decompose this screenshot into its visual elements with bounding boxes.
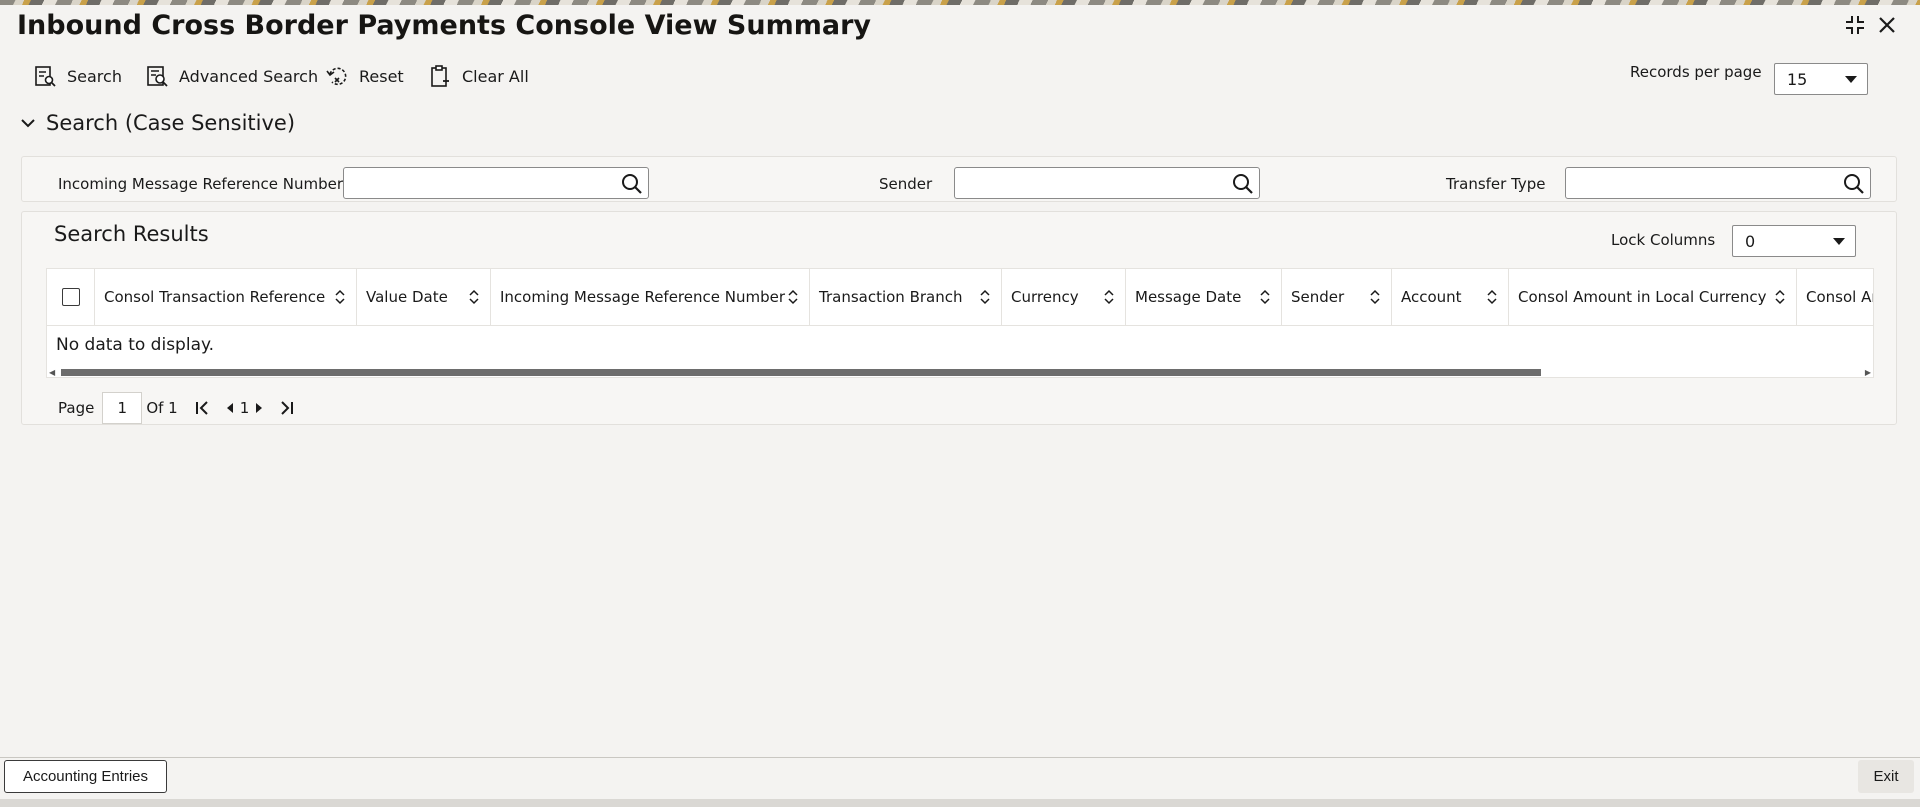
chevron-down-icon — [1845, 76, 1857, 83]
search-section-title: Search (Case Sensitive) — [46, 111, 296, 135]
page-number-input[interactable]: 1 — [102, 392, 143, 424]
transfer-type-field[interactable] — [1565, 167, 1871, 199]
clear-all-button-label: Clear All — [462, 66, 529, 86]
sort-icon — [335, 289, 345, 305]
close-icon[interactable] — [1874, 12, 1900, 38]
exit-button[interactable]: Exit — [1858, 760, 1914, 793]
horizontal-scrollbar[interactable]: ◀ ▶ — [47, 367, 1873, 377]
sort-icon — [980, 289, 990, 305]
sort-icon — [469, 289, 479, 305]
column-header-account[interactable]: Account — [1392, 269, 1509, 325]
column-header-label: Currency — [1011, 288, 1079, 306]
records-per-page-value: 15 — [1787, 69, 1808, 89]
search-icon[interactable] — [1231, 172, 1255, 196]
previous-page-icon[interactable] — [224, 399, 236, 417]
decorative-top-strip — [0, 0, 1920, 5]
advanced-search-button[interactable]: Advanced Search — [145, 63, 318, 89]
last-page-icon[interactable] — [277, 399, 295, 417]
search-icon[interactable] — [620, 172, 644, 196]
select-all-cell — [47, 269, 95, 325]
column-header-transaction-branch[interactable]: Transaction Branch — [810, 269, 1002, 325]
accounting-entries-button[interactable]: Accounting Entries — [4, 760, 167, 793]
page-of-label: Of 1 — [146, 399, 178, 417]
column-header-sender[interactable]: Sender — [1282, 269, 1392, 325]
scrollbar-thumb[interactable] — [61, 369, 1541, 376]
page-label: Page — [58, 399, 95, 417]
clipboard-icon — [431, 65, 449, 87]
transfer-type-label: Transfer Type — [1446, 175, 1546, 193]
column-header-currency[interactable]: Currency — [1002, 269, 1126, 325]
sort-icon — [1370, 289, 1380, 305]
incoming-ref-field[interactable] — [343, 167, 649, 199]
column-header-label: Consol Amount in Local Currency — [1518, 288, 1767, 306]
column-header-label: Consol Am — [1806, 288, 1873, 306]
incoming-ref-label: Incoming Message Reference Number — [58, 175, 343, 193]
next-page-icon[interactable] — [253, 399, 265, 417]
reset-icon — [326, 67, 347, 86]
sort-icon — [1104, 289, 1114, 305]
lock-columns-select[interactable]: 0 — [1732, 225, 1856, 257]
results-table: Consol Transaction Reference Value Date … — [46, 268, 1874, 378]
records-per-page-label: Records per page — [1630, 63, 1762, 81]
column-header-consol-transaction-reference[interactable]: Consol Transaction Reference — [95, 269, 357, 325]
empty-table-message: No data to display. — [56, 335, 215, 355]
column-header-label: Incoming Message Reference Number — [500, 288, 785, 306]
search-button[interactable]: Search — [33, 63, 122, 89]
column-header-label: Message Date — [1135, 288, 1242, 306]
sort-icon — [1487, 289, 1497, 305]
search-section-toggle[interactable]: Search (Case Sensitive) — [20, 111, 295, 135]
bottom-strip — [0, 799, 1920, 807]
page-title: Inbound Cross Border Payments Console Vi… — [17, 10, 872, 41]
table-header-row: Consol Transaction Reference Value Date … — [47, 269, 1873, 326]
accounting-entries-label: Accounting Entries — [22, 768, 149, 785]
search-button-label: Search — [67, 66, 122, 86]
sort-icon — [1260, 289, 1270, 305]
column-header-incoming-message-reference-number[interactable]: Incoming Message Reference Number — [491, 269, 810, 325]
first-page-icon[interactable] — [194, 399, 212, 417]
minimize-window-icon[interactable] — [1842, 12, 1868, 38]
column-header-consol-amount[interactable]: Consol Am — [1797, 269, 1873, 325]
exit-label: Exit — [1873, 768, 1899, 785]
scroll-left-icon[interactable]: ◀ — [49, 368, 55, 377]
sender-label: Sender — [879, 175, 933, 193]
sort-icon — [1775, 289, 1785, 305]
advanced-search-icon — [147, 66, 168, 87]
column-header-label: Consol Transaction Reference — [104, 288, 326, 306]
current-page-value: 1 — [117, 399, 128, 417]
transfer-type-input[interactable] — [1566, 168, 1846, 198]
advanced-search-button-label: Advanced Search — [179, 66, 319, 86]
column-header-label: Account — [1401, 288, 1462, 306]
column-header-consol-amount-local-currency[interactable]: Consol Amount in Local Currency — [1509, 269, 1797, 325]
chevron-down-icon — [1833, 238, 1845, 245]
reset-button[interactable]: Reset — [325, 63, 404, 89]
lock-columns-label: Lock Columns — [1611, 231, 1716, 249]
records-per-page-select[interactable]: 15 — [1774, 63, 1868, 95]
column-header-message-date[interactable]: Message Date — [1126, 269, 1282, 325]
search-form-icon — [35, 66, 56, 87]
column-header-value-date[interactable]: Value Date — [357, 269, 491, 325]
search-icon[interactable] — [1842, 172, 1866, 196]
clear-all-button[interactable]: Clear All — [428, 63, 529, 89]
incoming-ref-input[interactable] — [344, 168, 624, 198]
search-results-title: Search Results — [54, 222, 209, 246]
pagination: Page 1 Of 1 1 — [58, 392, 295, 424]
scroll-right-icon[interactable]: ▶ — [1865, 368, 1871, 377]
column-header-label: Transaction Branch — [819, 288, 963, 306]
search-criteria-panel: Incoming Message Reference Number Sender… — [21, 156, 1897, 202]
column-header-label: Sender — [1291, 288, 1345, 306]
select-all-checkbox[interactable] — [61, 288, 80, 306]
chevron-down-icon — [21, 119, 35, 128]
reset-button-label: Reset — [359, 66, 404, 86]
page-link[interactable]: 1 — [240, 399, 250, 417]
sort-icon — [788, 289, 798, 305]
column-header-label: Value Date — [366, 288, 448, 306]
footer-divider — [0, 757, 1920, 758]
sender-field[interactable] — [954, 167, 1260, 199]
lock-columns-value: 0 — [1745, 231, 1756, 251]
sender-input[interactable] — [955, 168, 1235, 198]
